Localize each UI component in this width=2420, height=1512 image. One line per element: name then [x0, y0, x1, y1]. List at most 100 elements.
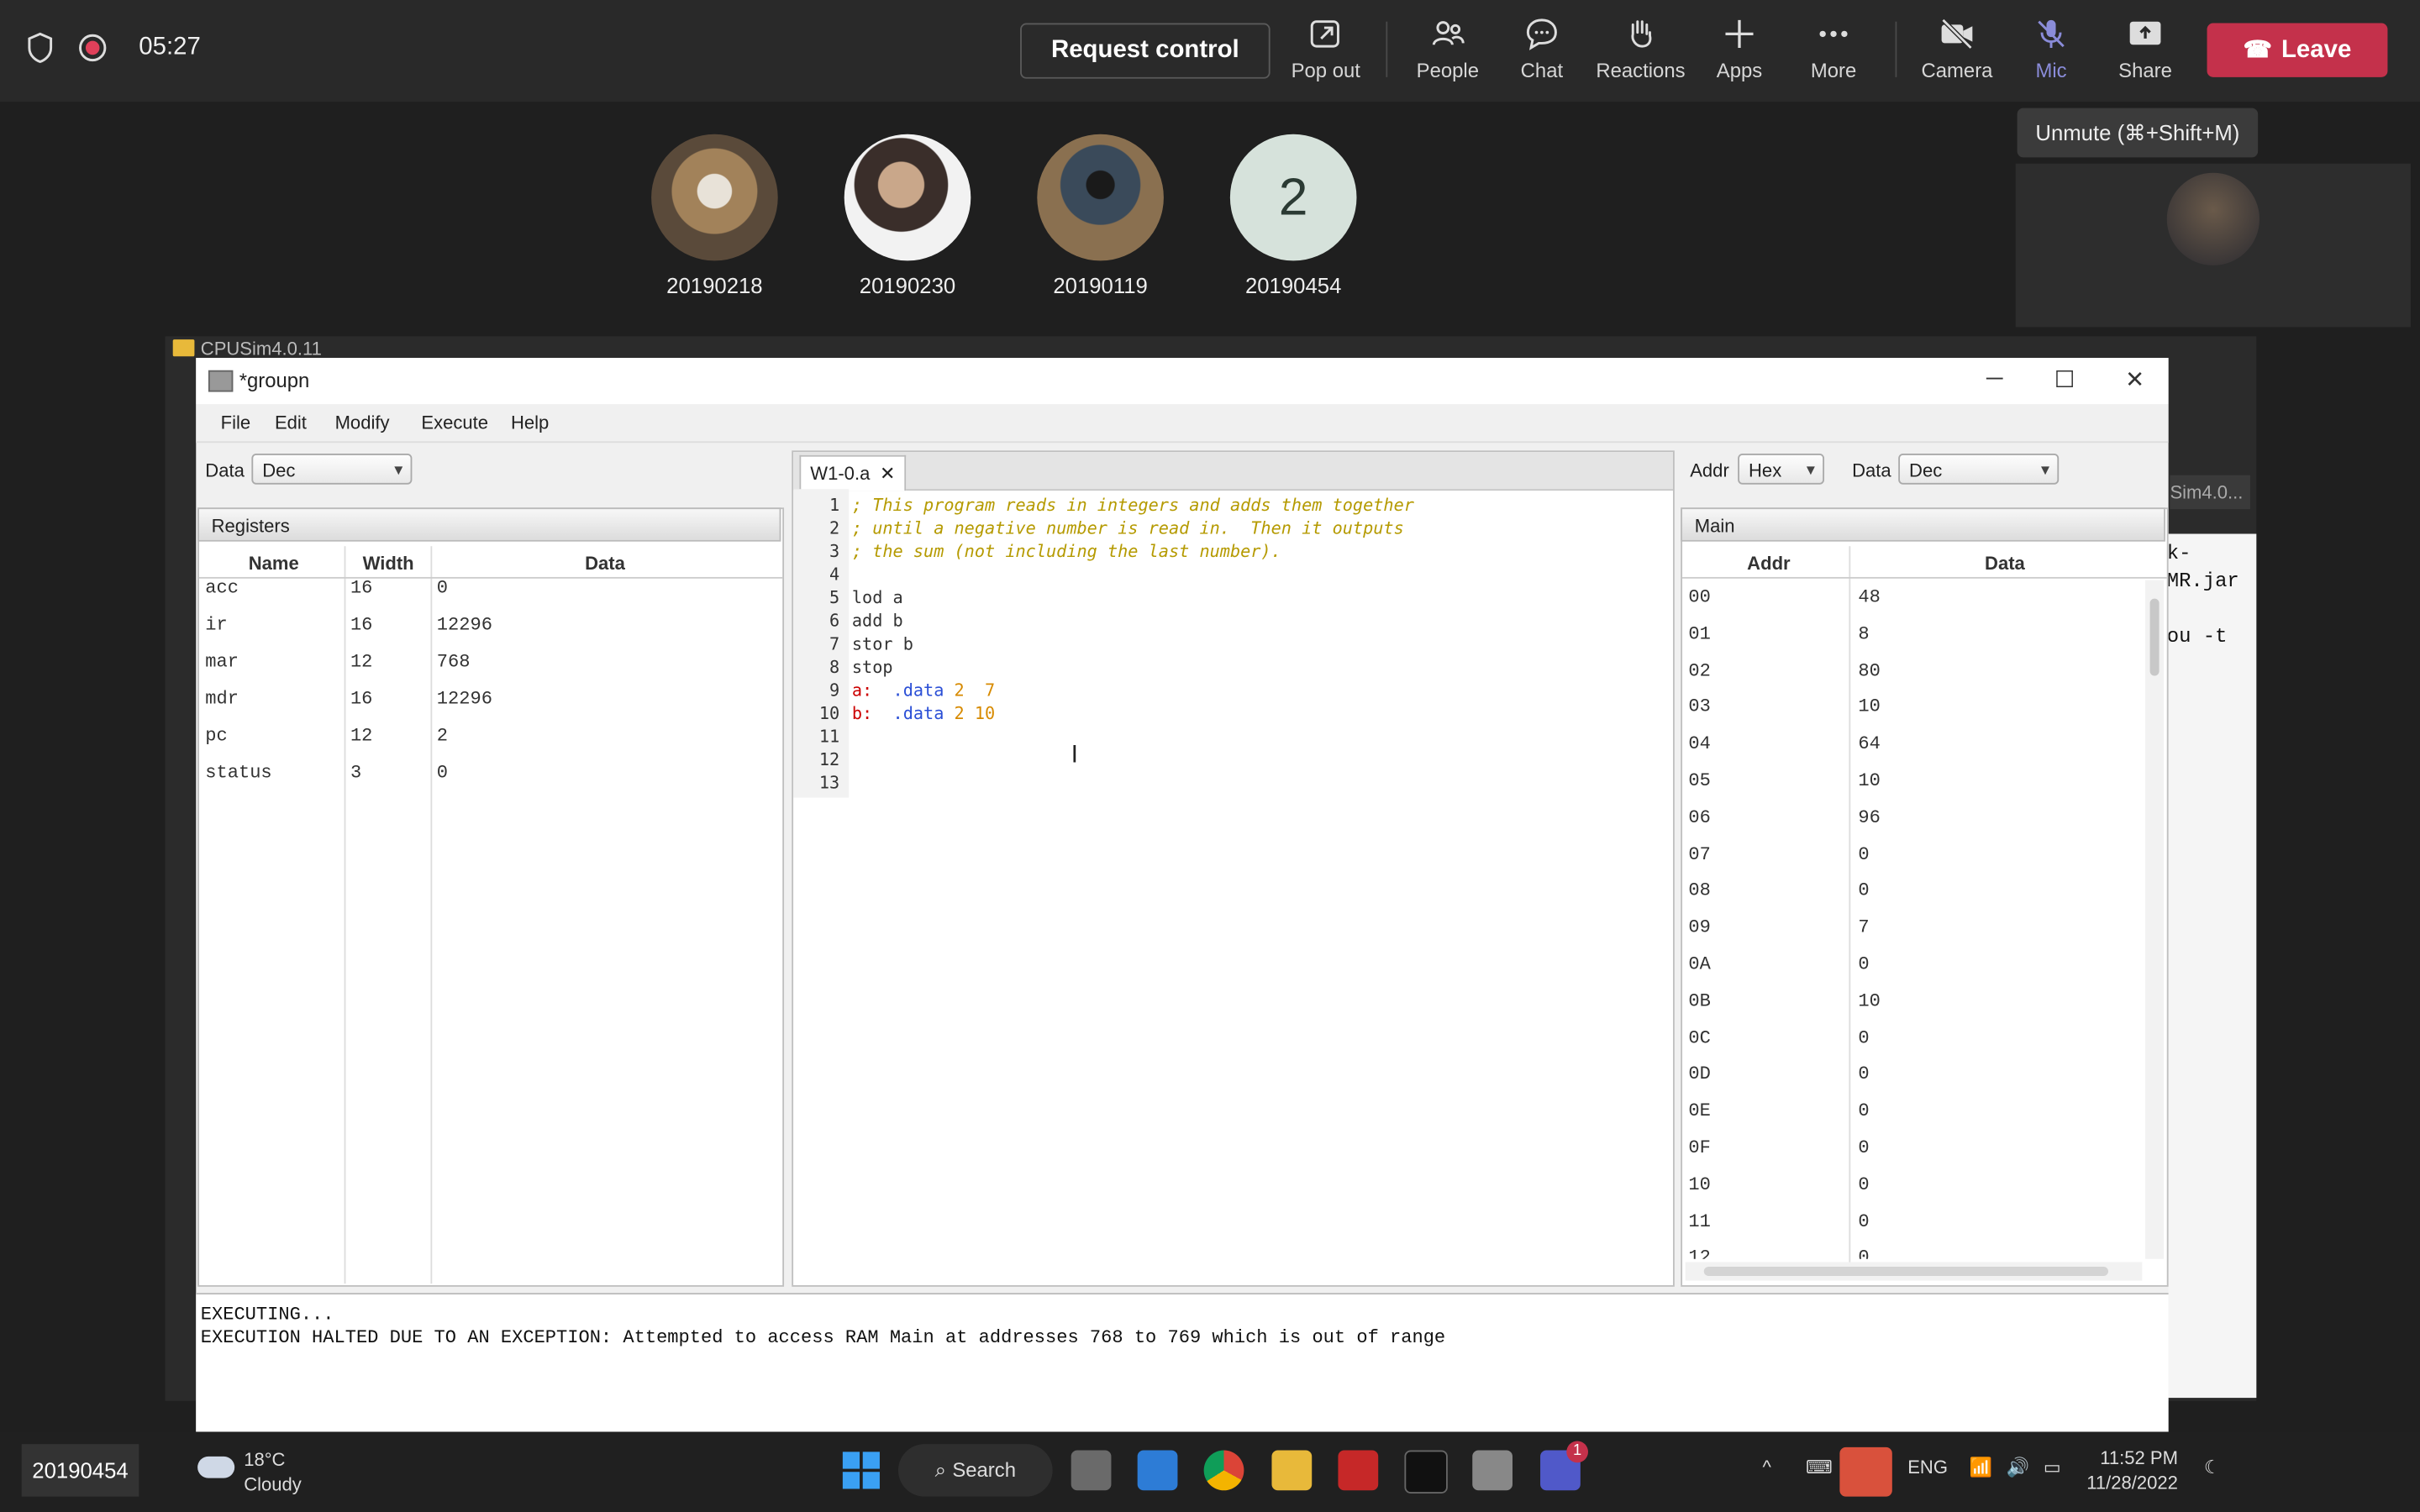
code-line[interactable]: b: .data 2 10: [852, 702, 995, 726]
cpusim-taskbar-icon[interactable]: [1472, 1450, 1512, 1491]
ram-data-cell[interactable]: 64: [1858, 733, 1880, 755]
chat-button[interactable]: Chat: [1496, 15, 1588, 81]
share-screen-icon: [2129, 21, 2161, 45]
register-data-cell[interactable]: 12296: [437, 688, 492, 710]
menu-execute[interactable]: Execute: [421, 412, 488, 433]
leave-button[interactable]: ☎ Leave: [2207, 23, 2388, 77]
phone-hangup-icon: ☎: [2243, 37, 2272, 64]
acrobat-icon[interactable]: [1338, 1450, 1379, 1491]
output-console[interactable]: EXECUTING... EXECUTION HALTED DUE TO AN …: [196, 1293, 2169, 1436]
share-button[interactable]: Share: [2099, 15, 2191, 81]
ram-data-cell[interactable]: 10: [1858, 770, 1880, 792]
file-explorer-icon[interactable]: [1271, 1450, 1313, 1491]
column-header-data[interactable]: Data: [585, 553, 625, 575]
register-format-select[interactable]: Dec: [251, 454, 413, 486]
ram-main-tab[interactable]: Main: [1681, 507, 2165, 542]
line-number: 9: [829, 680, 840, 701]
terminal-icon[interactable]: [1404, 1450, 1448, 1494]
ram-data-cell[interactable]: 0: [1858, 1210, 1869, 1232]
ram-data-cell[interactable]: 0: [1858, 1027, 1869, 1049]
request-control-button[interactable]: Request control: [1020, 23, 1270, 79]
mic-button[interactable]: Mic: [2005, 15, 2097, 81]
column-header-width[interactable]: Width: [363, 553, 414, 575]
ram-data-cell[interactable]: 0: [1858, 1100, 1869, 1122]
participant-tile[interactable]: 20190230: [838, 134, 976, 297]
code-line[interactable]: stop: [852, 656, 893, 680]
language-indicator[interactable]: ENG: [1907, 1457, 1948, 1478]
more-button[interactable]: More: [1787, 15, 1880, 81]
ram-data-cell[interactable]: 0: [1858, 1173, 1869, 1195]
register-data-cell[interactable]: 0: [437, 577, 448, 599]
ram-data-cell[interactable]: 0: [1858, 1137, 1869, 1159]
register-data-cell[interactable]: 768: [437, 651, 471, 673]
column-header-data[interactable]: Data: [1985, 553, 2025, 575]
apps-button[interactable]: Apps: [1693, 15, 1786, 81]
reactions-button[interactable]: Reactions: [1594, 15, 1686, 81]
system-clock[interactable]: 11:52 PM 11/28/2022: [2086, 1446, 2178, 1495]
editor-tab[interactable]: W1-0.a ✕: [799, 454, 907, 491]
ram-data-cell[interactable]: 96: [1858, 806, 1880, 828]
ram-data-cell[interactable]: 0: [1858, 1063, 1869, 1085]
participant-name: 20190119: [1053, 273, 1148, 298]
battery-icon[interactable]: ▭: [2044, 1457, 2061, 1478]
chat-icon: [1526, 18, 1557, 50]
addr-format-select[interactable]: Hex: [1738, 454, 1825, 486]
start-button[interactable]: [841, 1451, 881, 1491]
ram-data-cell[interactable]: 0: [1858, 880, 1869, 902]
chevron-up-icon[interactable]: ^: [1763, 1457, 1771, 1478]
volume-icon[interactable]: 🔊: [2007, 1457, 2029, 1478]
register-data-cell[interactable]: 12296: [437, 614, 492, 636]
participant-tile[interactable]: 20190218: [645, 134, 784, 297]
scrollbar-thumb[interactable]: [1703, 1266, 2108, 1276]
register-data-cell[interactable]: 0: [437, 762, 448, 784]
camera-button[interactable]: Camera: [1911, 15, 2003, 81]
participant-tile[interactable]: 20190119: [1031, 134, 1170, 298]
code-line[interactable]: lod a: [852, 586, 903, 610]
close-tab-icon[interactable]: ✕: [880, 463, 895, 485]
people-button[interactable]: People: [1402, 15, 1494, 81]
keyboard-icon[interactable]: ⌨: [1806, 1457, 1833, 1478]
chrome-icon[interactable]: [1203, 1450, 1244, 1491]
task-view-icon[interactable]: [1071, 1450, 1112, 1491]
menu-file[interactable]: File: [221, 412, 251, 433]
ram-format-select[interactable]: Dec: [1898, 454, 2060, 486]
ram-data-cell[interactable]: 8: [1858, 623, 1869, 645]
menu-edit[interactable]: Edit: [275, 412, 307, 433]
teams-icon[interactable]: 1: [1540, 1441, 1588, 1491]
taskbar-search[interactable]: ⌕ Search: [897, 1444, 1053, 1497]
ram-data-cell[interactable]: 0: [1858, 843, 1869, 865]
scrollbar-thumb[interactable]: [2149, 598, 2160, 676]
close-button[interactable]: ✕: [2125, 365, 2144, 393]
weather-widget[interactable]: 18°C Cloudy: [197, 1447, 302, 1497]
store-icon[interactable]: [1137, 1450, 1178, 1491]
ram-data-cell[interactable]: 0: [1858, 953, 1869, 975]
ram-data-cell[interactable]: 10: [1858, 990, 1880, 1012]
focus-assist-icon[interactable]: ☾: [2204, 1457, 2221, 1478]
horizontal-scrollbar[interactable]: [1685, 1262, 2143, 1281]
code-line[interactable]: ; until a negative number is read in. Th…: [852, 517, 1404, 540]
ram-data-cell[interactable]: 48: [1858, 586, 1880, 608]
code-line[interactable]: add b: [852, 610, 903, 633]
code-line[interactable]: stor b: [852, 633, 913, 656]
minimize-button[interactable]: ─: [1986, 365, 2003, 391]
ram-data-cell[interactable]: 80: [1858, 659, 1880, 681]
mic-in-use-icon[interactable]: [1839, 1446, 1892, 1497]
menu-modify[interactable]: Modify: [335, 412, 390, 433]
code-editor[interactable]: 1 ; This program reads in integers and ad…: [793, 489, 1673, 1260]
pop-out-button[interactable]: Pop out: [1280, 15, 1372, 81]
ram-data-cell[interactable]: 7: [1858, 916, 1869, 938]
maximize-button[interactable]: ☐: [2054, 365, 2075, 393]
code-line[interactable]: ; This program reads in integers and add…: [852, 494, 1414, 517]
wifi-icon[interactable]: 📶: [1970, 1457, 1992, 1478]
vertical-scrollbar[interactable]: [2145, 580, 2165, 1259]
participant-tile[interactable]: 2 20190454: [1224, 134, 1363, 297]
ram-data-cell[interactable]: 10: [1858, 696, 1880, 718]
column-header-addr[interactable]: Addr: [1747, 553, 1790, 575]
column-header-name[interactable]: Name: [249, 553, 299, 575]
code-line[interactable]: ; the sum (not including the last number…: [852, 540, 1281, 564]
registers-tab[interactable]: Registers: [197, 507, 781, 542]
code-line[interactable]: a: .data 2 7: [852, 679, 995, 702]
menu-help[interactable]: Help: [511, 412, 549, 433]
register-data-cell[interactable]: 2: [437, 725, 448, 747]
ram-data-cell[interactable]: 0: [1858, 1247, 1869, 1259]
